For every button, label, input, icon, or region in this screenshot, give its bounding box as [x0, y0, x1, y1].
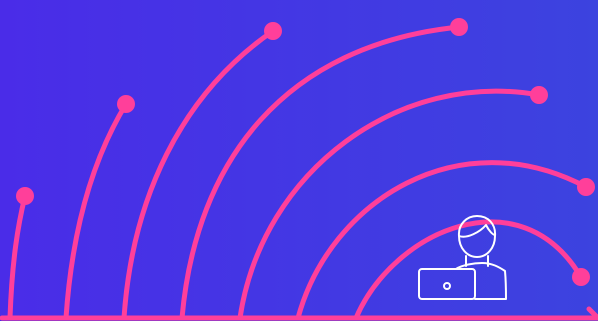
illustration-canvas: [0, 0, 598, 321]
endpoint-dot: [117, 95, 135, 113]
decorative-illustration: [0, 0, 598, 321]
endpoint-dot: [450, 18, 468, 36]
endpoint-dot: [264, 22, 282, 40]
endpoint-dot: [572, 268, 590, 286]
endpoint-dot: [577, 178, 595, 196]
endpoint-dot: [530, 86, 548, 104]
endpoint-dot: [16, 187, 34, 205]
background: [0, 0, 598, 321]
